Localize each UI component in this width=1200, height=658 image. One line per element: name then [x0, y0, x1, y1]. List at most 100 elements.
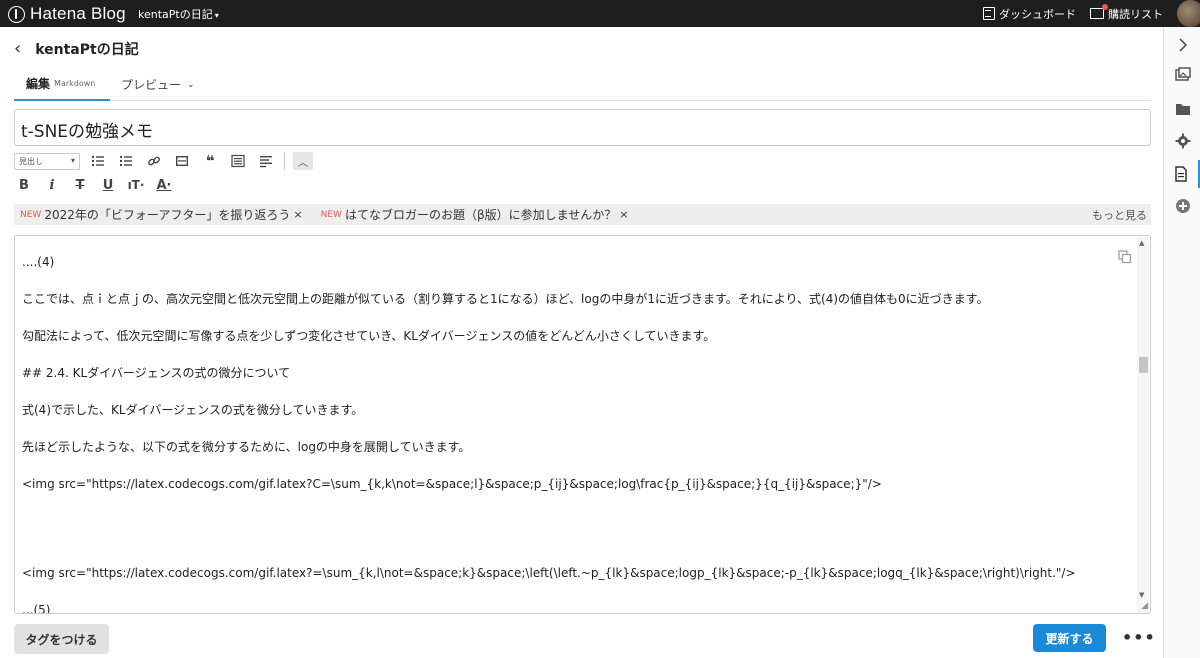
scroll-down-arrow-icon[interactable]: ▼ [1139, 591, 1144, 599]
strikethrough-button[interactable]: T [70, 176, 90, 194]
dashboard-label: ダッシュボード [999, 7, 1076, 21]
hatena-logo-icon [8, 5, 25, 23]
more-options-button[interactable]: ••• [1122, 628, 1156, 647]
editor-scrollbar[interactable]: ▲ ▼ [1137, 237, 1149, 613]
editor-line: ....(4) [22, 255, 55, 269]
more-separator-button[interactable] [172, 152, 192, 170]
strikethrough-icon: T [75, 177, 85, 193]
tab-edit-mode: Markdown [54, 79, 96, 88]
italic-icon: i [49, 177, 55, 193]
link-button[interactable] [144, 152, 164, 170]
editor-header: ‹ kentaPtの日記 [14, 38, 139, 59]
toolbar-divider [284, 152, 285, 170]
horizontal-rule-icon [176, 156, 188, 166]
table-of-contents-icon [231, 154, 245, 168]
sidebar-item-add[interactable] [1164, 192, 1200, 220]
photos-icon [1174, 67, 1191, 81]
article-title-input[interactable]: t-SNEの勉強メモ [14, 109, 1151, 146]
copy-icon[interactable] [1118, 250, 1132, 264]
collapse-toolbar-button[interactable]: ︿ [293, 152, 313, 170]
dashboard-icon [983, 7, 995, 20]
add-tag-button[interactable]: タグをつける [14, 624, 109, 654]
sidebar-item-photos[interactable] [1164, 61, 1200, 89]
notice-link[interactable]: はてなブロガーのお題（β版）に参加しませんか？ [345, 206, 616, 223]
blog-title: kentaPtの日記 [35, 41, 139, 58]
document-icon [1175, 166, 1187, 182]
editor-line: ...(5) [22, 603, 51, 614]
folder-icon [1175, 104, 1190, 115]
editor-content[interactable]: ....(4) ここでは、点ｉと点ｊの、高次元空間と低次元空間上の距離が似ている… [22, 253, 1132, 614]
bullet-list-button[interactable] [88, 152, 108, 170]
reading-list-label: 購読リスト [1108, 7, 1163, 21]
gear-icon [1175, 133, 1190, 149]
editor-line: <img src="https://latex.codecogs.com/gif… [22, 477, 882, 491]
notification-dot [1102, 4, 1108, 10]
sidebar-item-folder[interactable] [1164, 95, 1200, 123]
more-link[interactable]: もっと見る [1092, 207, 1147, 223]
reading-list-link[interactable]: 購読リスト [1090, 4, 1163, 22]
chevron-up-icon: ︿ [298, 157, 308, 169]
hatena-blog-logo[interactable]: Hatena Blog [8, 4, 126, 24]
sidebar-toggle[interactable] [1164, 31, 1200, 59]
text-color-icon: A· [156, 177, 172, 193]
new-badge: NEW [320, 209, 342, 220]
new-badge: NEW [20, 209, 42, 220]
scroll-thumb[interactable] [1139, 357, 1148, 373]
numbered-list-button[interactable] [116, 152, 136, 170]
editor-line: 式(4)で示した、KLダイバージェンスの式を微分していきます。 [22, 403, 364, 417]
sidebar-item-document[interactable] [1164, 160, 1200, 188]
top-bar: Hatena Blog kentaPtの日記 ▾ ダッシュボード 購読リスト [0, 0, 1200, 27]
tab-edit-label: 編集 [26, 77, 51, 91]
paragraph-icon [260, 156, 272, 168]
underline-button[interactable]: U [98, 176, 118, 194]
scroll-up-arrow-icon[interactable]: ▲ [1139, 239, 1144, 247]
editor-tabs: 編集 Markdown プレビュー ⌄ [14, 68, 1151, 101]
plus-icon [1175, 199, 1190, 213]
underline-icon: U [102, 177, 114, 193]
logo-text: Hatena Blog [30, 4, 126, 23]
reading-list-icon [1090, 4, 1108, 19]
quote-button[interactable]: ❝ [200, 152, 220, 170]
close-icon[interactable]: × [293, 208, 302, 221]
tab-edit[interactable]: 編集 Markdown [14, 68, 110, 101]
table-of-contents-button[interactable] [228, 152, 248, 170]
dashboard-link[interactable]: ダッシュボード [983, 6, 1076, 22]
resize-grip-icon[interactable]: ◢ [1141, 601, 1148, 611]
bold-button[interactable]: B [14, 176, 34, 194]
blog-switcher[interactable]: kentaPtの日記 ▾ [138, 6, 219, 22]
editor-toolbar: 見出し ❝ ︿ [14, 152, 313, 170]
update-button[interactable]: 更新する [1033, 624, 1106, 652]
sidebar-item-settings[interactable] [1164, 127, 1200, 155]
font-size-icon: ıT· [127, 178, 145, 192]
quote-icon: ❝ [205, 152, 215, 170]
editor-line: ここでは、点ｉと点ｊの、高次元空間と低次元空間上の距離が似ている（割り算すると1… [22, 292, 989, 306]
notice-link[interactable]: 2022年の「ビフォーアフター」を振り返ろう [44, 206, 290, 223]
font-size-button[interactable]: ıT· [126, 176, 146, 194]
text-color-button[interactable]: A· [154, 176, 174, 194]
chevron-right-icon [1178, 38, 1187, 52]
blog-switcher-label: kentaPtの日記 [138, 8, 213, 21]
notice-bar: NEW 2022年の「ビフォーアフター」を振り返ろう × NEW はてなブロガー… [14, 204, 1151, 225]
body-editor[interactable]: ....(4) ここでは、点ｉと点ｊの、高次元空間と低次元空間上の距離が似ている… [14, 235, 1151, 614]
numbered-list-icon [120, 156, 132, 166]
user-avatar[interactable] [1177, 0, 1200, 27]
tab-preview[interactable]: プレビュー ⌄ [121, 68, 195, 101]
link-icon [148, 156, 160, 166]
editor-line: 勾配法によって、低次元空間に写像する点を少しずつ変化させていき、KLダイバージェ… [22, 329, 716, 343]
editor-line: 先ほど示したような、以下の式を微分するために、logの中身を展開していきます。 [22, 440, 471, 454]
bold-icon: B [19, 177, 29, 193]
editor-line: ## 2.4. KLダイバージェンスの式の微分について [22, 366, 291, 380]
italic-button[interactable]: i [42, 176, 62, 194]
right-sidebar [1163, 27, 1200, 658]
tab-preview-label: プレビュー [121, 78, 182, 92]
back-arrow-icon[interactable]: ‹ [14, 38, 21, 59]
editor-line: <img src="https://latex.codecogs.com/gif… [22, 566, 1076, 580]
caret-down-icon: ▾ [214, 11, 219, 20]
chevron-down-icon: ⌄ [187, 79, 195, 90]
format-toolbar: B i T U ıT· A· [14, 176, 174, 194]
close-icon[interactable]: × [619, 208, 628, 221]
insert-paragraph-button[interactable] [256, 152, 276, 170]
bullet-list-icon [91, 155, 104, 167]
heading-select[interactable]: 見出し [14, 152, 80, 170]
